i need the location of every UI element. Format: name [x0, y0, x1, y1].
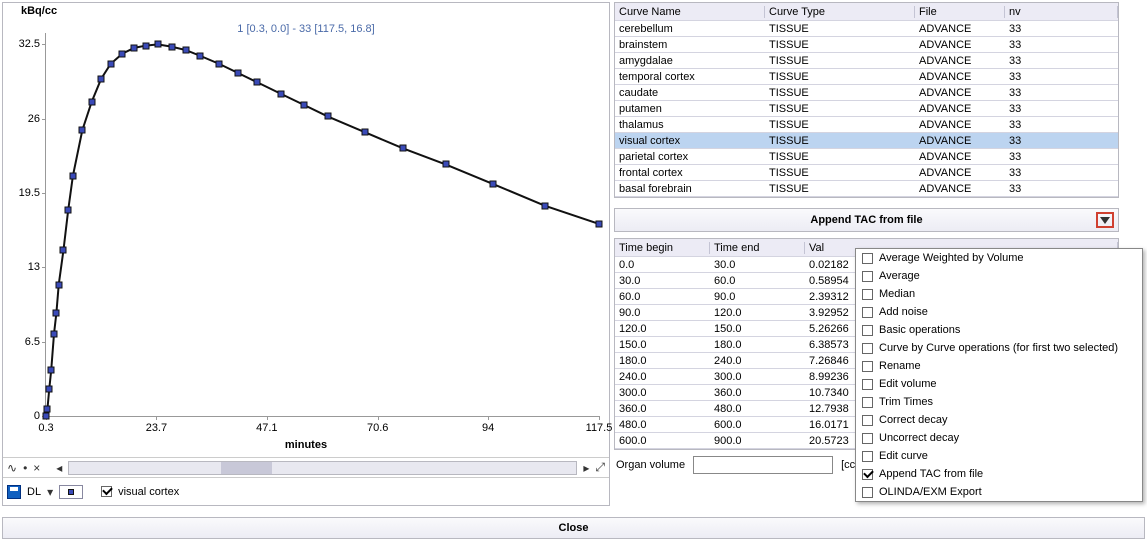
menu-checkbox[interactable] — [862, 325, 873, 336]
close-button[interactable]: Close — [2, 517, 1145, 539]
menu-item[interactable]: Edit volume — [856, 375, 1142, 393]
col-time-end[interactable]: Time end — [710, 242, 805, 254]
append-dropdown-icon[interactable] — [1096, 212, 1114, 228]
series-name: visual cortex — [118, 486, 179, 498]
menu-checkbox[interactable] — [862, 343, 873, 354]
menu-item[interactable]: Average — [856, 267, 1142, 285]
plot-area[interactable]: 06.51319.52632.50.323.747.170.694117.5 — [45, 33, 599, 417]
menu-item[interactable]: Edit curve — [856, 447, 1142, 465]
menu-item[interactable]: Median — [856, 285, 1142, 303]
table-row[interactable]: amygdalaeTISSUEADVANCE33 — [615, 53, 1118, 69]
col-nv[interactable]: nv — [1005, 6, 1118, 18]
menu-checkbox[interactable] — [862, 451, 873, 462]
scroll-left-icon[interactable]: ◂ — [56, 461, 62, 475]
menu-checkbox[interactable] — [862, 307, 873, 318]
menu-checkbox[interactable] — [862, 289, 873, 300]
organ-volume-label: Organ volume — [616, 459, 685, 471]
save-icon[interactable] — [7, 485, 21, 499]
plot-toolbar-2: DL ▾ visual cortex — [3, 477, 609, 505]
curves-table[interactable]: Curve Name Curve Type File nv cerebellum… — [614, 2, 1119, 198]
menu-checkbox[interactable] — [862, 379, 873, 390]
plot-toolbar-1: ∿ • × ◂ ▸ ⤢ — [3, 457, 609, 477]
x-axis-label: minutes — [3, 439, 609, 451]
menu-item[interactable]: Correct decay — [856, 411, 1142, 429]
col-time-begin[interactable]: Time begin — [615, 242, 710, 254]
menu-item[interactable]: Uncorrect decay — [856, 429, 1142, 447]
table-row[interactable]: brainstemTISSUEADVANCE33 — [615, 37, 1118, 53]
col-curve-type[interactable]: Curve Type — [765, 6, 915, 18]
dl-label: DL — [27, 486, 41, 498]
series-visible-checkbox[interactable] — [101, 486, 112, 497]
table-row[interactable]: visual cortexTISSUEADVANCE33 — [615, 133, 1118, 149]
series-symbol[interactable] — [59, 485, 83, 499]
table-row[interactable]: basal forebrainTISSUEADVANCE33 — [615, 181, 1118, 197]
menu-item[interactable]: Add noise — [856, 303, 1142, 321]
operations-menu: Average Weighted by VolumeAverageMedianA… — [855, 248, 1143, 502]
menu-checkbox[interactable] — [862, 487, 873, 498]
plot-panel: kBq/cc 1 [0.3, 0.0] - 33 [117.5, 16.8] 0… — [2, 2, 610, 506]
table-row[interactable]: temporal cortexTISSUEADVANCE33 — [615, 69, 1118, 85]
menu-checkbox[interactable] — [862, 397, 873, 408]
menu-item[interactable]: OLINDA/EXM Export — [856, 483, 1142, 501]
table-row[interactable]: caudateTISSUEADVANCE33 — [615, 85, 1118, 101]
line-style-icon[interactable]: ∿ — [7, 461, 17, 475]
menu-checkbox[interactable] — [862, 361, 873, 372]
menu-item[interactable]: Rename — [856, 357, 1142, 375]
menu-checkbox[interactable] — [862, 271, 873, 282]
menu-item[interactable]: Append TAC from file — [856, 465, 1142, 483]
organ-volume-input[interactable] — [693, 456, 833, 474]
menu-item[interactable]: Curve by Curve operations (for first two… — [856, 339, 1142, 357]
menu-item[interactable]: Trim Times — [856, 393, 1142, 411]
menu-checkbox[interactable] — [862, 415, 873, 426]
dl-dropdown-icon[interactable]: ▾ — [47, 485, 53, 499]
table-row[interactable]: cerebellumTISSUEADVANCE33 — [615, 21, 1118, 37]
append-tac-button[interactable]: Append TAC from file — [614, 208, 1119, 232]
horizontal-scrollbar[interactable] — [68, 461, 577, 475]
table-row[interactable]: thalamusTISSUEADVANCE33 — [615, 117, 1118, 133]
table-row[interactable]: frontal cortexTISSUEADVANCE33 — [615, 165, 1118, 181]
table-row[interactable]: putamenTISSUEADVANCE33 — [615, 101, 1118, 117]
point-style-icon[interactable]: • — [23, 461, 27, 475]
table-row[interactable]: parietal cortexTISSUEADVANCE33 — [615, 149, 1118, 165]
scroll-right-icon[interactable]: ▸ — [583, 461, 589, 475]
col-curve-name[interactable]: Curve Name — [615, 6, 765, 18]
col-file[interactable]: File — [915, 6, 1005, 18]
y-axis-label: kBq/cc — [21, 5, 57, 17]
menu-item[interactable]: Average Weighted by Volume — [856, 249, 1142, 267]
clear-icon[interactable]: × — [33, 461, 40, 475]
menu-item[interactable]: Basic operations — [856, 321, 1142, 339]
menu-checkbox[interactable] — [862, 433, 873, 444]
expand-icon[interactable]: ⤢ — [595, 460, 605, 475]
menu-checkbox[interactable] — [862, 253, 873, 264]
data-panel: Curve Name Curve Type File nv cerebellum… — [614, 2, 1145, 506]
menu-checkbox[interactable] — [862, 469, 873, 480]
